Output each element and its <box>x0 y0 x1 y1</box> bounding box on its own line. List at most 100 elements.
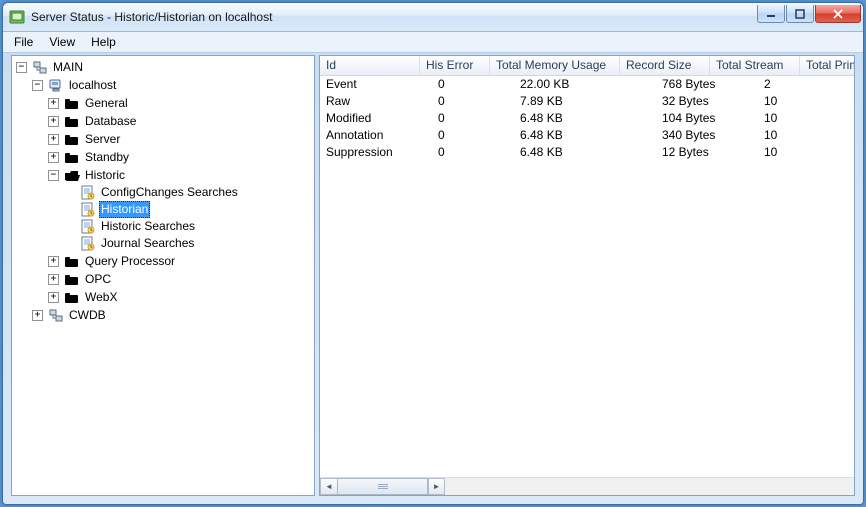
tree-label: CWDB <box>67 307 108 324</box>
tree-toggle[interactable]: + <box>48 256 59 267</box>
tree-node: + General <box>48 94 314 112</box>
table-row[interactable]: Suppression 0 6.48 KB 12 Bytes 10 0 <box>320 144 854 161</box>
tree-node: + Database <box>48 112 314 130</box>
tree-label: Server <box>83 131 122 148</box>
cell-his-error: 0 <box>432 93 514 110</box>
cell-record-size: 340 Bytes <box>656 127 758 144</box>
tree-item[interactable]: + Database <box>48 113 138 130</box>
tree-label: Database <box>83 113 138 130</box>
tree-toggle <box>64 187 75 198</box>
column-header[interactable]: His Error <box>420 56 490 75</box>
folder-icon <box>64 254 80 270</box>
cell-total-memory: 6.48 KB <box>514 127 656 144</box>
maximize-button[interactable] <box>786 5 814 23</box>
tree-item[interactable]: − Historic <box>48 167 127 184</box>
tree-toggle[interactable]: + <box>48 116 59 127</box>
horizontal-scrollbar[interactable]: ◄ ► <box>320 477 854 495</box>
tree-item[interactable]: Journal Searches <box>64 235 196 252</box>
cell-id: Raw <box>320 93 432 110</box>
tree-node: + WebX <box>48 288 314 306</box>
tree-toggle[interactable]: − <box>48 170 59 181</box>
folder-icon <box>64 272 80 288</box>
tree-toggle <box>64 238 75 249</box>
table-row[interactable]: Event 0 22.00 KB 768 Bytes 2 190 <box>320 76 854 93</box>
tree-label: Historic Searches <box>99 218 197 235</box>
tree-node: + Standby <box>48 148 314 166</box>
client-area: − MAIN − localhost + General + Database … <box>11 55 855 496</box>
titlebar[interactable]: Server Status - Historic/Historian on lo… <box>3 3 863 32</box>
tree-node: Historic Searches <box>64 218 314 235</box>
tree-label: Historian <box>99 201 150 218</box>
machines-icon <box>32 60 48 76</box>
tree-item[interactable]: Historic Searches <box>64 218 197 235</box>
tree-item[interactable]: − MAIN <box>16 59 85 76</box>
folder-icon <box>64 114 80 130</box>
menu-help[interactable]: Help <box>84 34 123 50</box>
tree-toggle[interactable]: + <box>48 134 59 145</box>
tree-node: − MAIN − localhost + General + Database … <box>16 58 314 324</box>
table-panel: Id His Error Total Memory Usage Record S… <box>319 55 855 496</box>
tree-label: Journal Searches <box>99 235 196 252</box>
table-row[interactable]: Modified 0 6.48 KB 104 Bytes 10 0 <box>320 110 854 127</box>
report-icon <box>80 202 96 218</box>
cell-total-memory: 22.00 KB <box>514 76 656 93</box>
table-row[interactable]: Raw 0 7.89 KB 32 Bytes 10 15 <box>320 93 854 110</box>
tree-item[interactable]: ConfigChanges Searches <box>64 184 240 201</box>
tree-item[interactable]: Historian <box>64 201 150 218</box>
folder-icon <box>64 132 80 148</box>
tree-label: ConfigChanges Searches <box>99 184 240 201</box>
tree-toggle <box>64 204 75 215</box>
tree-label: General <box>83 95 130 112</box>
column-header[interactable]: Id <box>320 56 420 75</box>
menu-file[interactable]: File <box>7 34 40 50</box>
tree-label: OPC <box>83 271 113 288</box>
cell-record-size: 32 Bytes <box>656 93 758 110</box>
tree-node: + OPC <box>48 270 314 288</box>
tree-item[interactable]: + Server <box>48 131 122 148</box>
tree-toggle[interactable]: + <box>48 274 59 285</box>
scroll-right-button[interactable]: ► <box>428 478 445 495</box>
cell-total-stream: 10 <box>758 127 854 144</box>
cell-id: Suppression <box>320 144 432 161</box>
tree-item[interactable]: + General <box>48 95 130 112</box>
cell-record-size: 768 Bytes <box>656 76 758 93</box>
column-header[interactable]: Record Size <box>620 56 710 75</box>
tree-toggle[interactable]: + <box>48 152 59 163</box>
tree-toggle[interactable]: + <box>32 310 43 321</box>
tree-label: Historic <box>83 167 127 184</box>
tree-item[interactable]: − localhost <box>32 77 118 94</box>
tree-toggle[interactable]: + <box>48 292 59 303</box>
table-body[interactable]: Event 0 22.00 KB 768 Bytes 2 190 Raw 0 7… <box>320 76 854 477</box>
menu-view[interactable]: View <box>42 34 82 50</box>
tree-node: Journal Searches <box>64 235 314 252</box>
tree-toggle[interactable]: + <box>48 98 59 109</box>
tree-item[interactable]: + WebX <box>48 289 119 306</box>
scroll-thumb[interactable] <box>337 478 428 495</box>
folder-icon <box>64 96 80 112</box>
tree-item[interactable]: + Standby <box>48 149 131 166</box>
report-icon <box>80 236 96 252</box>
tree-item[interactable]: + OPC <box>48 271 113 288</box>
tree-panel[interactable]: − MAIN − localhost + General + Database … <box>11 55 315 496</box>
tree-label: Standby <box>83 149 131 166</box>
cell-record-size: 12 Bytes <box>656 144 758 161</box>
cell-total-memory: 7.89 KB <box>514 93 656 110</box>
scroll-left-button[interactable]: ◄ <box>320 478 337 495</box>
report-icon <box>80 219 96 235</box>
column-header[interactable]: Total Memory Usage <box>490 56 620 75</box>
minimize-button[interactable] <box>757 5 785 23</box>
column-header[interactable]: Total Primary <box>800 56 855 75</box>
tree-item[interactable]: + Query Processor <box>48 253 177 270</box>
cell-total-stream: 2 <box>758 76 854 93</box>
app-window: Server Status - Historic/Historian on lo… <box>2 2 864 505</box>
tree-toggle[interactable]: − <box>16 62 27 73</box>
tree-node: ConfigChanges Searches <box>64 184 314 201</box>
tree-label: Query Processor <box>83 253 177 270</box>
tree-item[interactable]: + CWDB <box>32 307 108 324</box>
tree-toggle[interactable]: − <box>32 80 43 91</box>
table-row[interactable]: Annotation 0 6.48 KB 340 Bytes 10 0 <box>320 127 854 144</box>
column-header[interactable]: Total Stream <box>710 56 800 75</box>
close-button[interactable] <box>815 5 861 23</box>
tree-node: + CWDB <box>32 306 314 324</box>
tree-label: localhost <box>67 77 118 94</box>
